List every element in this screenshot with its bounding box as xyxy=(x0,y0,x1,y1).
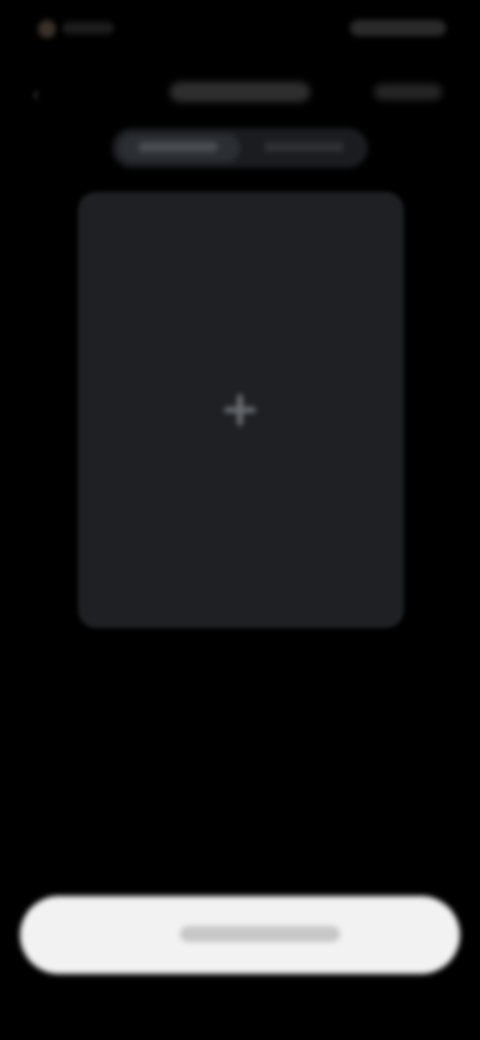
status-indicator-icon xyxy=(38,20,56,38)
segment-option-1-label xyxy=(138,142,218,152)
segment-option-2[interactable] xyxy=(264,142,344,152)
primary-button-label-bar xyxy=(180,926,340,942)
status-system-text xyxy=(350,20,351,21)
capture-hint-text xyxy=(78,192,79,193)
segment-option-2-text xyxy=(264,142,265,143)
status-time xyxy=(62,22,114,34)
primary-continue-button[interactable] xyxy=(20,896,460,974)
status-bar xyxy=(0,0,480,58)
page-title xyxy=(170,82,310,102)
segmented-control xyxy=(112,128,368,168)
primary-button-label xyxy=(260,926,261,927)
status-time-text xyxy=(62,22,63,23)
navigation-bar: ‹ xyxy=(0,70,480,118)
plus-icon[interactable] xyxy=(219,389,261,431)
nav-action-button[interactable] xyxy=(374,84,442,100)
nav-action-label xyxy=(374,84,375,85)
app-screen: ‹ xyxy=(0,0,480,1040)
chevron-left-icon[interactable]: ‹ xyxy=(22,80,50,108)
page-title-text xyxy=(170,82,171,83)
status-system-icons xyxy=(350,20,446,36)
